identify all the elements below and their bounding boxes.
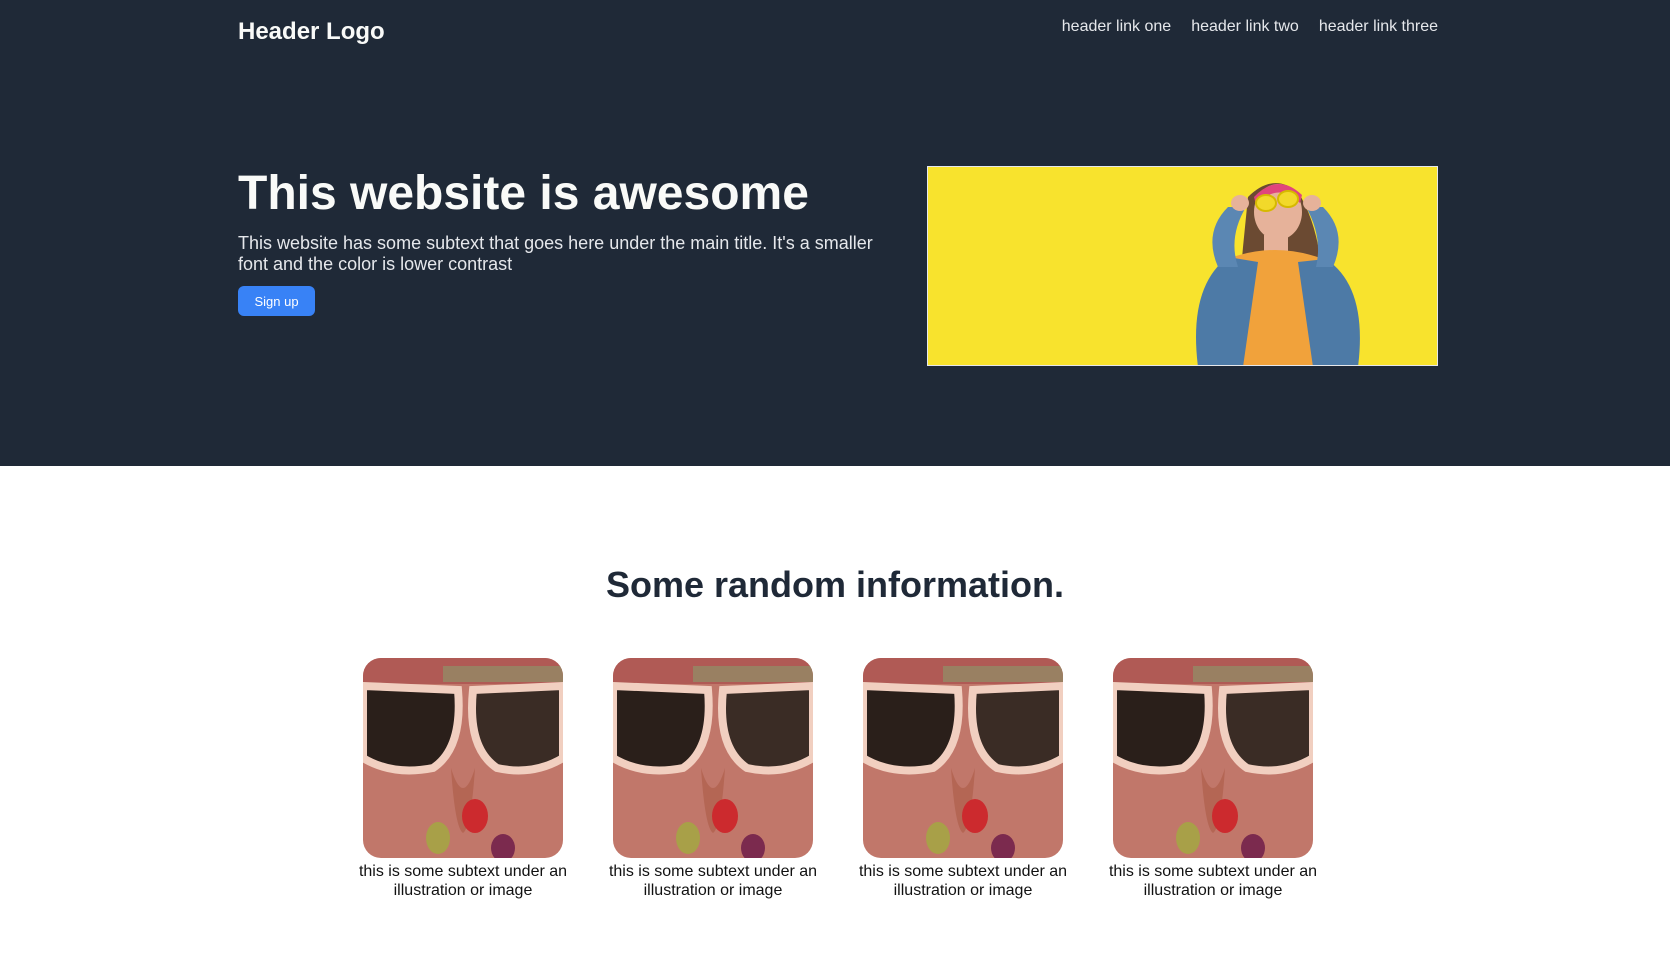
card-image	[863, 658, 1063, 858]
header-link-two[interactable]: header link two	[1191, 18, 1299, 36]
card-caption: this is some subtext under an illustrati…	[1108, 863, 1318, 899]
card-caption: this is some subtext under an illustrati…	[858, 863, 1068, 899]
info-card: this is some subtext under an illustrati…	[859, 658, 1067, 900]
signup-button[interactable]: Sign up	[238, 286, 315, 316]
info-card: this is some subtext under an illustrati…	[1109, 658, 1317, 900]
header-logo[interactable]: Header Logo	[238, 18, 385, 46]
woman-with-headphones-illustration	[928, 167, 1437, 365]
header-nav: header link one header link two header l…	[1062, 18, 1438, 36]
info-card: this is some subtext under an illustrati…	[359, 658, 567, 900]
header-link-one[interactable]: header link one	[1062, 18, 1171, 36]
sunglasses-photo	[613, 658, 813, 858]
sunglasses-photo	[363, 658, 563, 858]
header-link-three[interactable]: header link three	[1319, 18, 1438, 36]
hero-section: Header Logo header link one header link …	[0, 0, 1670, 466]
info-card: this is some subtext under an illustrati…	[609, 658, 817, 900]
card-image	[363, 658, 563, 858]
sunglasses-photo	[1113, 658, 1313, 858]
hero-image	[927, 166, 1438, 366]
hero-subtext: This website has some subtext that goes …	[238, 233, 873, 274]
sunglasses-photo	[863, 658, 1063, 858]
hero-title: This website is awesome	[238, 167, 809, 220]
info-section-title: Some random information.	[605, 564, 1065, 605]
card-caption: this is some subtext under an illustrati…	[358, 863, 568, 899]
card-image	[1113, 658, 1313, 858]
card-caption: this is some subtext under an illustrati…	[608, 863, 818, 899]
card-image	[613, 658, 813, 858]
